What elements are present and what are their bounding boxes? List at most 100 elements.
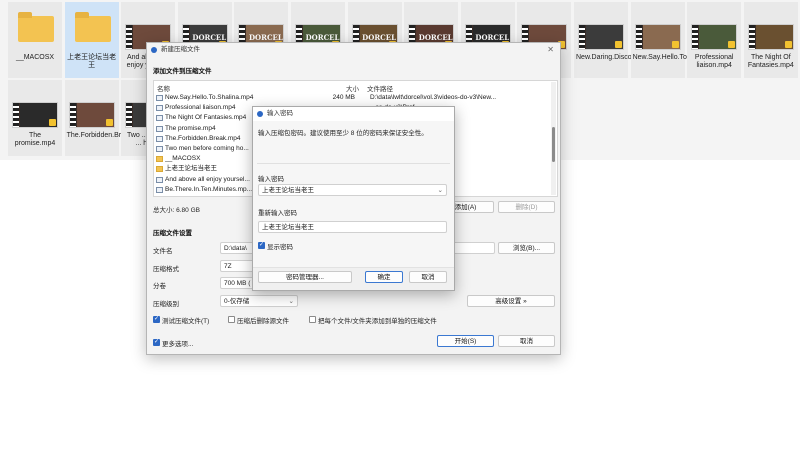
reenter-password-input[interactable]: 上老王论坛当老王 [258,221,447,233]
app-icon [257,111,263,117]
media-badge-icon [784,41,792,48]
video-thumbnail [747,24,794,50]
film-strip-icon [13,103,19,127]
format-label: 压缩格式 [153,266,179,273]
col-name-header[interactable]: 名称 [157,83,170,93]
file-tile-label: The Night Of Fantasies.mp4 [747,54,794,69]
browse-button[interactable]: 浏览(B)... [498,242,555,254]
dialog-title: 新建压缩文件 [161,46,200,53]
media-badge-icon [728,41,736,48]
file-path: D:\data\lwlt\dorcel\vol.3\videos-do-v3\N… [370,94,497,101]
password-cancel-button[interactable]: 取消 [409,271,447,283]
delete-source-label: 压缩后删除源文件 [237,318,289,325]
video-thumbnail [68,102,115,128]
video-thumbnail [12,102,58,128]
file-tile[interactable]: Professional liaison.mp4 [687,2,742,78]
chevron-down-icon[interactable]: ⌄ [438,185,443,195]
more-options-checkbox[interactable] [153,338,160,346]
show-password-checkbox[interactable] [258,241,265,249]
total-size: 总大小: 6.80 GB [153,207,200,214]
folder-icon [156,156,163,163]
split-value: 700 MB ( [224,280,251,287]
file-tile[interactable]: The.Forbidden.Break.mp4 [64,80,148,156]
file-tile[interactable]: The Night Of Fantasies.mp4 [743,2,798,78]
app-icon [151,47,157,53]
test-archive-label: 测试压缩文件(T) [162,318,210,325]
col-path-header[interactable]: 文件路径 [367,83,393,93]
more-options-label[interactable]: 更多选项... [162,338,193,348]
media-badge-icon [615,41,622,48]
test-archive-checkbox[interactable] [153,315,160,323]
media-badge-icon [49,119,56,126]
level-select[interactable]: 0-仅存储 ⌄ [220,295,298,307]
chevron-down-icon: ⌄ [288,298,294,305]
level-label: 压缩级别 [153,301,179,308]
show-password-label: 显示密码 [267,244,293,251]
film-strip-icon [579,25,585,49]
file-tile-label: The promise.mp4 [14,132,56,147]
file-size: 240 MB [332,94,355,101]
video-thumbnail [691,24,738,50]
file-tile[interactable]: __MACOSX [8,2,62,78]
add-files-heading: 添加文件到压缩文件 [153,68,212,75]
media-badge-icon [105,119,113,126]
password-dialog: 输入密码 输入压缩包密码。建议使用至少 8 位的密码来保证安全性。 输入密码 上… [252,106,455,291]
file-list-row[interactable]: New.Say.Hello.To.Shalina.mp4 240 MB D:\dat… [155,93,550,103]
divider [257,163,450,164]
file-tile[interactable]: The promise.mp4 [8,80,62,156]
separate-archives-label: 把每个文件/文件夹添加到单独的压缩文件 [318,318,437,325]
film-strip-icon [748,25,755,49]
password-message: 输入压缩包密码。建议使用至少 8 位的密码来保证安全性。 [258,130,428,137]
folder-icon [156,166,163,173]
password-value: 上老王论坛当老王 [262,187,314,194]
film-strip-icon [69,103,76,127]
video-file-icon [156,176,163,183]
film-strip-icon [126,25,133,49]
advanced-settings-button[interactable]: 高级设置 » [467,295,555,307]
folder-icon [74,12,111,42]
video-file-icon [156,105,163,112]
file-tile-label: __MACOSX [15,54,55,61]
ok-button[interactable]: 确定 [365,271,403,283]
delete-button[interactable]: 删除(D) [498,201,555,213]
level-value: 0-仅存储 [224,298,250,305]
password-manager-button[interactable]: 密码管理器... [258,271,352,283]
file-tile-label: 上老王论坛当老王 [67,54,117,69]
film-strip-icon [692,25,699,49]
file-tile[interactable]: 上老王论坛当老王 [64,2,119,78]
folder-icon [18,12,54,42]
file-tile-label: The.Forbidden.Break.mp4 [66,132,148,139]
file-tile-label: New.Say.Hello.To.Shalina.mp4 [632,54,728,61]
separate-archives-checkbox[interactable] [309,316,316,323]
col-size-header[interactable]: 大小 [346,83,359,93]
archive-settings-heading: 压缩文件设置 [153,230,192,237]
password-input[interactable]: 上老王论坛当老王 ⌄ [258,184,447,196]
delete-source-checkbox[interactable] [228,316,235,323]
film-strip-icon [635,25,642,49]
password-dialog-title: 输入密码 [267,110,293,117]
video-file-icon [156,115,163,122]
password-label: 输入密码 [258,176,284,183]
close-icon[interactable]: ✕ [547,43,554,57]
video-file-icon [156,186,163,193]
file-tile-label: Professional liaison.mp4 [694,54,734,69]
scrollbar-thumb[interactable] [552,127,555,162]
video-file-icon [156,135,163,142]
format-value: 7Z [224,263,232,270]
password-dialog-titlebar: 输入密码 [253,107,454,121]
video-file-icon [156,146,163,152]
split-label: 分卷 [153,283,166,290]
video-thumbnail [634,24,681,50]
media-badge-icon [671,41,679,48]
video-file-icon [156,95,163,101]
file-tile[interactable]: New.Say.Hello.To.Shalina.mp4 [630,2,728,78]
cancel-button[interactable]: 取消 [498,335,555,347]
start-button[interactable]: 开始(S) [437,335,494,347]
reenter-password-label: 重新输入密码 [258,210,297,217]
file-name-label: 文件名 [153,248,173,255]
file-list-scrollbar[interactable] [551,82,556,195]
file-tile-label: New.Daring.Discoveries.mp4 [576,54,666,61]
file-name: New.Say.Hello.To.Shalina.mp4 [165,94,254,101]
file-tile[interactable]: New.Daring.Discoveries.mp4 [574,2,666,78]
film-strip-icon [126,103,133,127]
